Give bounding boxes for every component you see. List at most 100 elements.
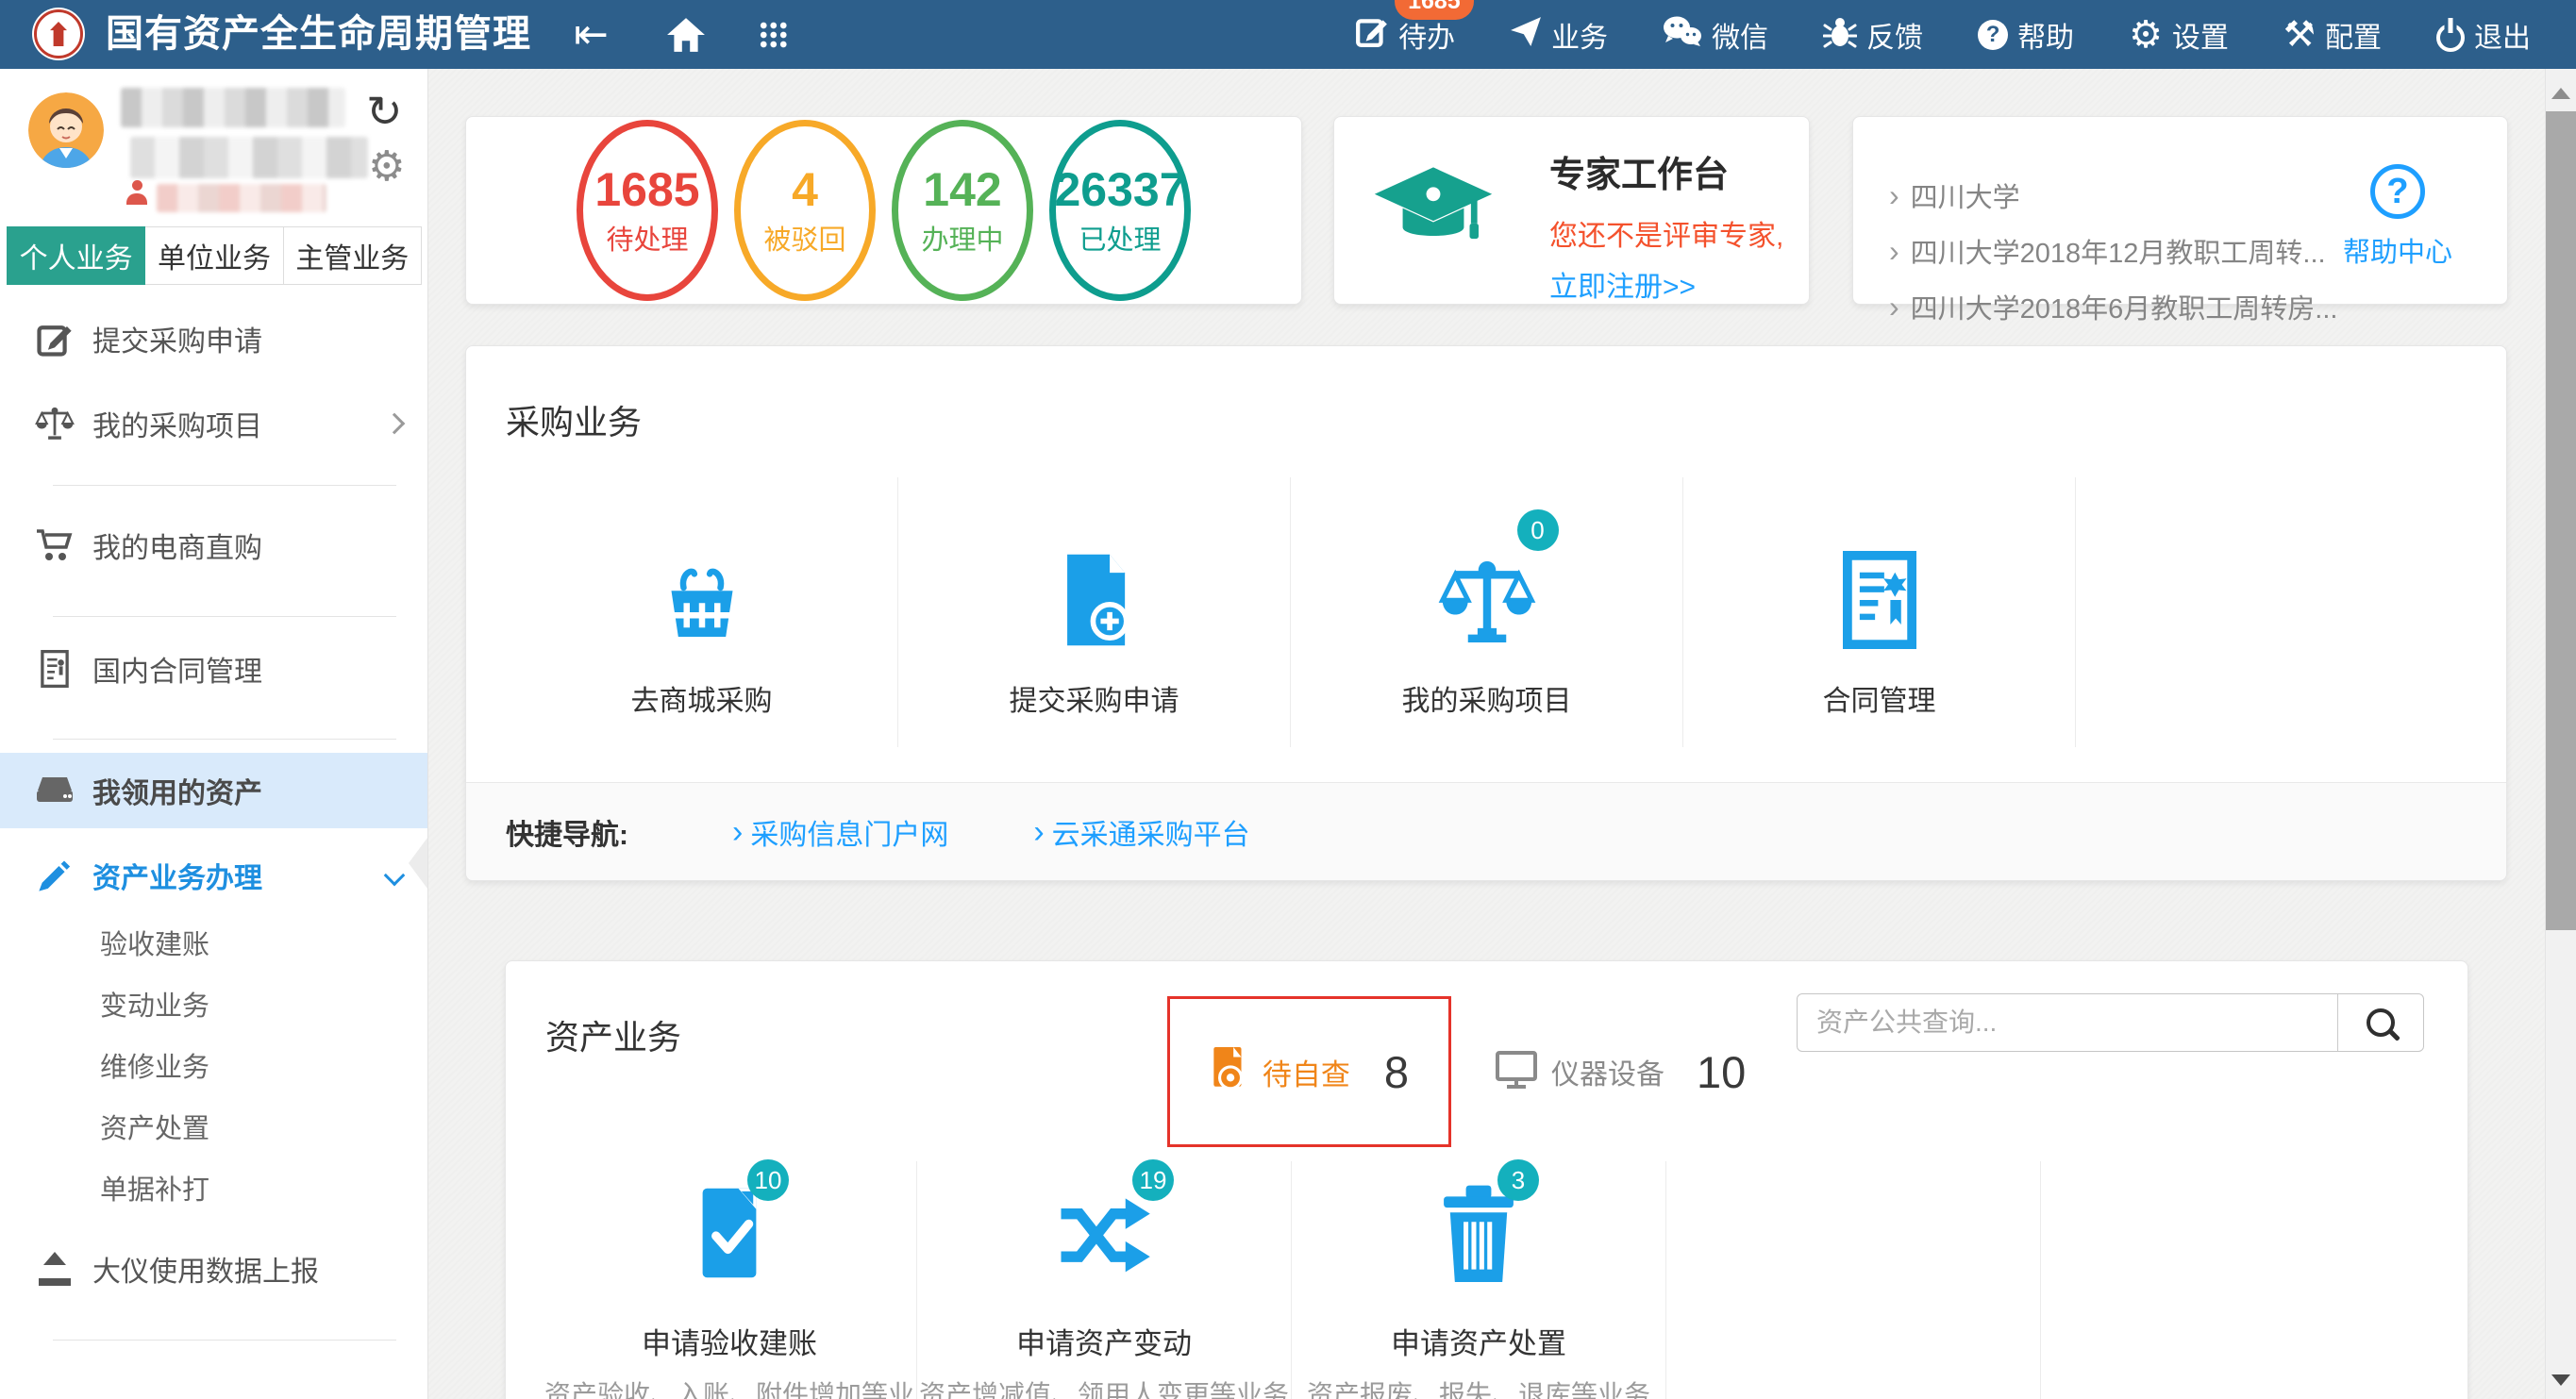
- help-center[interactable]: ? 帮助中心: [2343, 164, 2452, 270]
- stat-processing[interactable]: 142 办理中: [892, 120, 1033, 301]
- cart-icon: [34, 527, 75, 563]
- menu-item-feedback[interactable]: 反馈: [1823, 14, 1923, 56]
- asset-search-input[interactable]: [1798, 994, 2337, 1051]
- search-button[interactable]: [2337, 994, 2423, 1051]
- expert-title: 专家工作台: [1549, 145, 1783, 197]
- stat-label: 被驳回: [763, 218, 845, 258]
- news-item[interactable]: ›四川大学2018年12月教职工周转...: [1889, 231, 2337, 271]
- page-scrollbar[interactable]: [2545, 69, 2576, 1399]
- user-gear-icon[interactable]: ⚙: [368, 142, 405, 191]
- news-list: ›四川大学 ›四川大学2018年12月教职工周转... ›四川大学2018年6月…: [1889, 175, 2337, 326]
- sidebar-item-domestic-contracts[interactable]: 国内合同管理: [0, 631, 427, 707]
- contract-icon: [34, 649, 75, 689]
- asset-items-row: 10 申请验收建账 资产验收、入账、附件增加等业务 19 申请资产变动 资产增减…: [543, 1161, 2041, 1399]
- purchase-item-my-projects[interactable]: 0 我的采购项目: [1291, 477, 1683, 747]
- divider: [53, 485, 396, 486]
- search-icon: [2367, 1008, 2395, 1037]
- scrollbar-thumb[interactable]: [2546, 111, 2576, 930]
- purchase-item-go-mall[interactable]: 去商城采购: [506, 477, 898, 747]
- user-avatar[interactable]: [28, 92, 104, 168]
- menu-item-label: 设置: [2172, 14, 2229, 56]
- edit-square-icon: [1355, 14, 1389, 56]
- document-check-icon: 10: [691, 1176, 768, 1282]
- submenu-change-business[interactable]: 变动业务: [100, 984, 209, 1024]
- tab-personal-business[interactable]: 个人业务: [7, 226, 145, 285]
- help-center-label: 帮助中心: [2343, 230, 2452, 270]
- sidebar-item-my-purchase-projects[interactable]: 我的采购项目: [0, 386, 427, 461]
- register-now-link[interactable]: 立即注册>>: [1549, 263, 1783, 305]
- link-procurement-portal[interactable]: ›采购信息门户网: [732, 811, 948, 853]
- drive-icon: [34, 774, 75, 808]
- asset-item-acceptance[interactable]: 10 申请验收建账 资产验收、入账、附件增加等业务: [543, 1161, 917, 1399]
- user-role-blurred: [157, 184, 326, 212]
- menu-item-label: 退出: [2474, 14, 2531, 56]
- contract-icon: [1842, 526, 1917, 649]
- menu-item-todo[interactable]: 1685 待办: [1355, 14, 1455, 56]
- news-item[interactable]: ›四川大学: [1889, 175, 2337, 215]
- self-check-highlight-box[interactable]: 待自查 8: [1167, 996, 1451, 1147]
- quick-nav-label: 快捷导航:: [506, 811, 628, 853]
- purchase-item-submit-request[interactable]: 提交采购申请: [898, 477, 1291, 747]
- news-item[interactable]: ›四川大学2018年6月教职工周转房...: [1889, 287, 2337, 326]
- user-org-blurred: [130, 137, 368, 178]
- equipment-counter[interactable]: 仪器设备 10: [1495, 996, 1746, 1147]
- menu-item-help[interactable]: ? 帮助: [1978, 14, 2074, 56]
- asset-search-box: [1797, 993, 2424, 1052]
- submenu-reprint-documents[interactable]: 单据补打: [100, 1168, 209, 1207]
- home-icon[interactable]: [666, 0, 706, 69]
- purchase-item-contract-mgmt[interactable]: 合同管理: [1683, 477, 2076, 747]
- menu-item-settings[interactable]: ⚙ 设置: [2129, 13, 2229, 57]
- collapse-sidebar-icon[interactable]: ⇤: [574, 0, 609, 69]
- menu-item-config[interactable]: ⚒ 配置: [2283, 13, 2382, 56]
- menu-item-label: 微信: [1712, 14, 1768, 56]
- stat-processed[interactable]: 26337 已处理: [1049, 120, 1191, 301]
- stat-label: 已处理: [1079, 218, 1161, 258]
- submenu-acceptance-accounting[interactable]: 验收建账: [100, 923, 209, 962]
- expert-text-block: 专家工作台 您还不是评审专家, 立即注册>>: [1549, 145, 1783, 305]
- apps-grid-icon[interactable]: [759, 0, 788, 69]
- count-badge: 0: [1517, 509, 1559, 551]
- sidebar-item-my-assets[interactable]: 我领用的资产: [0, 753, 427, 828]
- menu-item-wechat[interactable]: 微信: [1663, 14, 1768, 56]
- sidebar-item-instrument-data-report[interactable]: 大仪使用数据上报: [0, 1231, 427, 1307]
- asset-item-disposal[interactable]: 3 申请资产处置 资产报废、报失、退库等业务: [1292, 1161, 1666, 1399]
- document-eye-icon: [1210, 1046, 1249, 1098]
- graduation-cap-icon: [1372, 162, 1495, 261]
- link-yuncaitong-platform[interactable]: ›云采通采购平台: [1033, 811, 1249, 853]
- count-badge: 10: [747, 1159, 789, 1201]
- count-badge: 19: [1132, 1159, 1174, 1201]
- stat-label: 待处理: [606, 218, 688, 258]
- shuffle-icon: 19: [1055, 1176, 1153, 1282]
- submenu-repair-business[interactable]: 维修业务: [100, 1045, 209, 1085]
- stat-rejected[interactable]: 4 被驳回: [734, 120, 876, 301]
- sidebar: ↻ ⚙ 个人业务 单位业务 主管业务 提交采购申请 我的采购项目 我的电商: [0, 69, 428, 1399]
- asset-item-change[interactable]: 19 申请资产变动 资产增减值、领用人变更等业务: [917, 1161, 1292, 1399]
- tab-unit-business[interactable]: 单位业务: [145, 226, 283, 285]
- refresh-icon[interactable]: ↻: [366, 86, 403, 137]
- scales-icon: [34, 405, 75, 442]
- paper-plane-icon: [1510, 15, 1542, 55]
- person-icon: [126, 180, 147, 205]
- edit-square-icon: [34, 320, 75, 358]
- stat-pending[interactable]: 1685 待处理: [577, 120, 718, 301]
- menu-item-logout[interactable]: 退出: [2436, 14, 2531, 56]
- purchase-section-title: 采购业务: [506, 395, 642, 444]
- asset-section-title: 资产业务: [545, 1010, 681, 1059]
- menu-item-business[interactable]: 业务: [1510, 14, 1608, 56]
- news-card: ›四川大学 ›四川大学2018年12月教职工周转... ›四川大学2018年6月…: [1852, 116, 2508, 305]
- divider: [53, 739, 396, 740]
- todo-count-badge: 1685: [1395, 0, 1474, 20]
- submenu-asset-disposal[interactable]: 资产处置: [100, 1107, 209, 1146]
- stats-card: 1685 待处理 4 被驳回 142 办理中 26337 已处理: [465, 116, 1302, 305]
- menu-item-label: 业务: [1551, 14, 1608, 56]
- chevron-right-icon: ›: [1889, 238, 1899, 265]
- sidebar-item-ecommerce-purchase[interactable]: 我的电商直购: [0, 508, 427, 583]
- bug-icon: [1823, 14, 1857, 56]
- app-title: 国有资产全生命周期管理: [106, 0, 531, 69]
- sidebar-item-asset-business[interactable]: 资产业务办理: [0, 838, 427, 913]
- sidebar-item-submit-purchase[interactable]: 提交采购申请: [0, 301, 427, 376]
- document-plus-icon: [1052, 526, 1137, 649]
- scroll-up-arrow[interactable]: [2551, 88, 2570, 99]
- scroll-down-arrow[interactable]: [2551, 1374, 2570, 1386]
- tab-supervisor-business[interactable]: 主管业务: [284, 226, 422, 285]
